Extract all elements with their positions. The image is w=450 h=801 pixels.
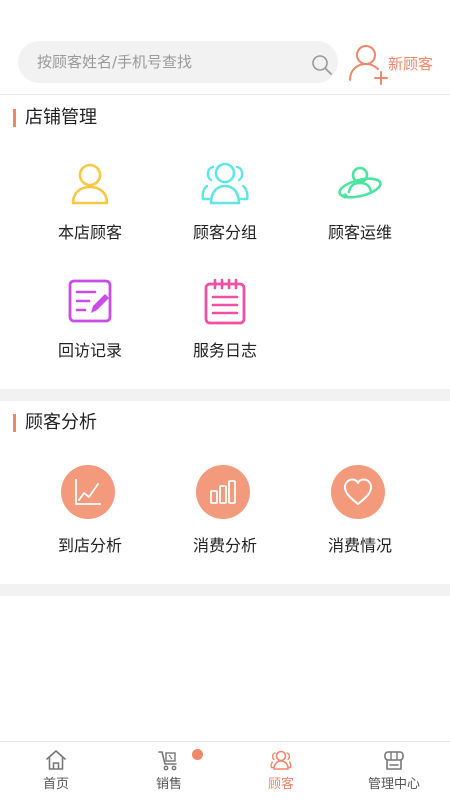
grid-item-label: 消费情况 bbox=[327, 536, 392, 555]
search-input[interactable] bbox=[37, 41, 277, 83]
customer-analysis-section: 顾客分析 到店分析 消费分析 消费情况 bbox=[0, 401, 450, 583]
notification-badge bbox=[192, 749, 203, 760]
search-box[interactable] bbox=[18, 41, 338, 83]
grid-item-label: 到店分析 bbox=[57, 536, 122, 555]
section-gap bbox=[0, 584, 450, 596]
bar-chart-icon bbox=[210, 480, 236, 504]
tab-sales[interactable]: 销售 bbox=[113, 742, 225, 801]
bottom-tab-bar: 首页 销售 顾客 管理中心 bbox=[0, 741, 450, 801]
section-accent-bar bbox=[13, 109, 16, 127]
section-gap bbox=[0, 389, 450, 401]
grid-item-label: 回访记录 bbox=[57, 341, 122, 360]
orbit-person-icon bbox=[338, 166, 382, 199]
section-title: 店铺管理 bbox=[25, 107, 97, 128]
grid-item-label: 顾客分组 bbox=[192, 223, 257, 242]
grid-item-follow-up-records[interactable]: 回访记录 bbox=[15, 277, 155, 377]
add-user-icon bbox=[349, 45, 388, 85]
grid-item-customer-groups[interactable]: 顾客分组 bbox=[150, 159, 290, 259]
new-customer-label: 新顾客 bbox=[388, 55, 434, 73]
grid-item-label: 服务日志 bbox=[192, 341, 257, 360]
tab-customers[interactable]: 顾客 bbox=[225, 742, 337, 801]
grid-item-label: 消费分析 bbox=[192, 536, 257, 555]
grid-item-consumption-analysis[interactable]: 消费分析 bbox=[150, 465, 290, 565]
store-icon bbox=[384, 751, 404, 770]
tab-label: 销售 bbox=[155, 777, 182, 792]
circle-icon-bg bbox=[61, 465, 115, 519]
search-icon[interactable] bbox=[310, 53, 334, 77]
search-row: 新顾客 bbox=[0, 38, 450, 88]
section-accent-bar bbox=[13, 414, 16, 432]
heart-icon bbox=[344, 478, 372, 505]
tab-label: 顾客 bbox=[267, 777, 294, 792]
person-icon bbox=[71, 163, 109, 205]
home-icon bbox=[46, 750, 66, 770]
grid-item-customer-maintenance[interactable]: 顾客运维 bbox=[285, 159, 425, 259]
grid-item-label: 本店顾客 bbox=[57, 223, 122, 242]
cart-icon bbox=[158, 751, 177, 771]
tab-label: 首页 bbox=[42, 777, 69, 792]
circle-icon-bg bbox=[331, 465, 385, 519]
tab-label: 管理中心 bbox=[367, 777, 420, 792]
grid-item-store-customers[interactable]: 本店顾客 bbox=[15, 159, 155, 259]
line-chart-icon bbox=[75, 479, 101, 505]
new-customer-button[interactable]: 新顾客 bbox=[347, 40, 443, 86]
section-title: 顾客分析 bbox=[25, 412, 97, 433]
customers-icon bbox=[270, 750, 292, 770]
grid-item-label: 顾客运维 bbox=[327, 223, 392, 242]
edit-note-icon bbox=[68, 279, 112, 323]
grid-item-consumption-status[interactable]: 消费情况 bbox=[285, 465, 425, 565]
grid-item-service-log[interactable]: 服务日志 bbox=[150, 277, 290, 377]
group-icon bbox=[201, 162, 249, 205]
notepad-icon bbox=[204, 278, 246, 325]
circle-icon-bg bbox=[196, 465, 250, 519]
tab-home[interactable]: 首页 bbox=[0, 742, 112, 801]
tab-management-center[interactable]: 管理中心 bbox=[338, 742, 450, 801]
store-management-section: 店铺管理 本店顾客 顾客分组 顾客运维 回访记录 服务日志 bbox=[0, 95, 450, 389]
grid-item-visit-analysis[interactable]: 到店分析 bbox=[15, 465, 155, 565]
